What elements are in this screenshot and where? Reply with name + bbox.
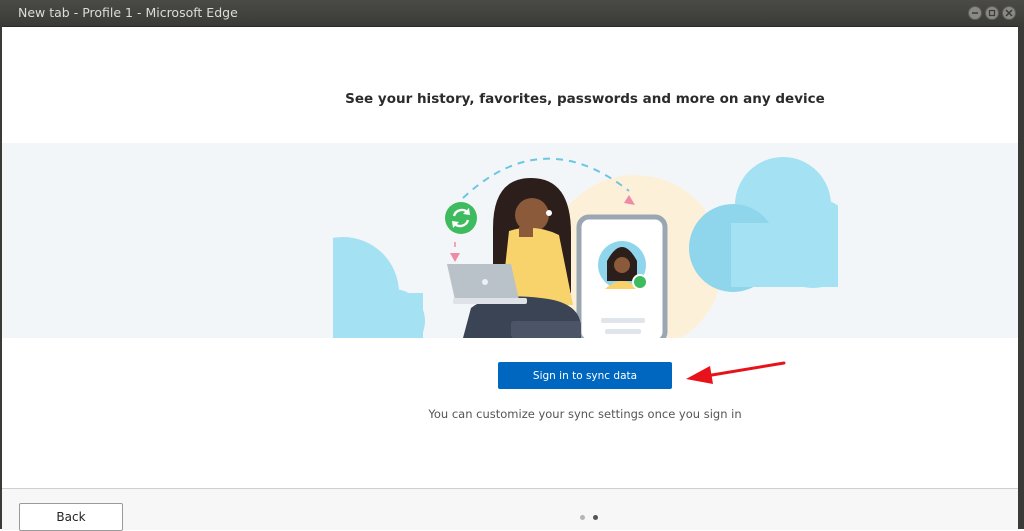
sync-settings-hint: You can customize your sync settings onc… (428, 407, 742, 421)
window-controls (968, 6, 1016, 20)
pagination-dot-1[interactable] (580, 515, 585, 520)
cloud-icon (333, 237, 425, 338)
page-headline: See your history, favorites, passwords a… (345, 91, 825, 107)
window-title: New tab - Profile 1 - Microsoft Edge (18, 5, 238, 20)
person-illustration (463, 178, 581, 338)
minimize-icon[interactable] (968, 6, 982, 20)
phone-icon (576, 214, 668, 338)
sign-in-sync-button[interactable]: Sign in to sync data (498, 362, 672, 389)
back-button[interactable]: Back (19, 503, 123, 531)
footer-bar (2, 488, 1018, 530)
pagination-dots (580, 515, 598, 520)
window-titlebar[interactable]: New tab - Profile 1 - Microsoft Edge (0, 0, 1024, 27)
pagination-dot-2[interactable] (593, 515, 598, 520)
cloud-icon (689, 157, 838, 292)
sync-icon (445, 202, 477, 234)
sync-illustration (333, 157, 838, 338)
maximize-icon[interactable] (985, 6, 999, 20)
close-icon[interactable] (1002, 6, 1016, 20)
annotation-arrow-icon (686, 361, 786, 384)
